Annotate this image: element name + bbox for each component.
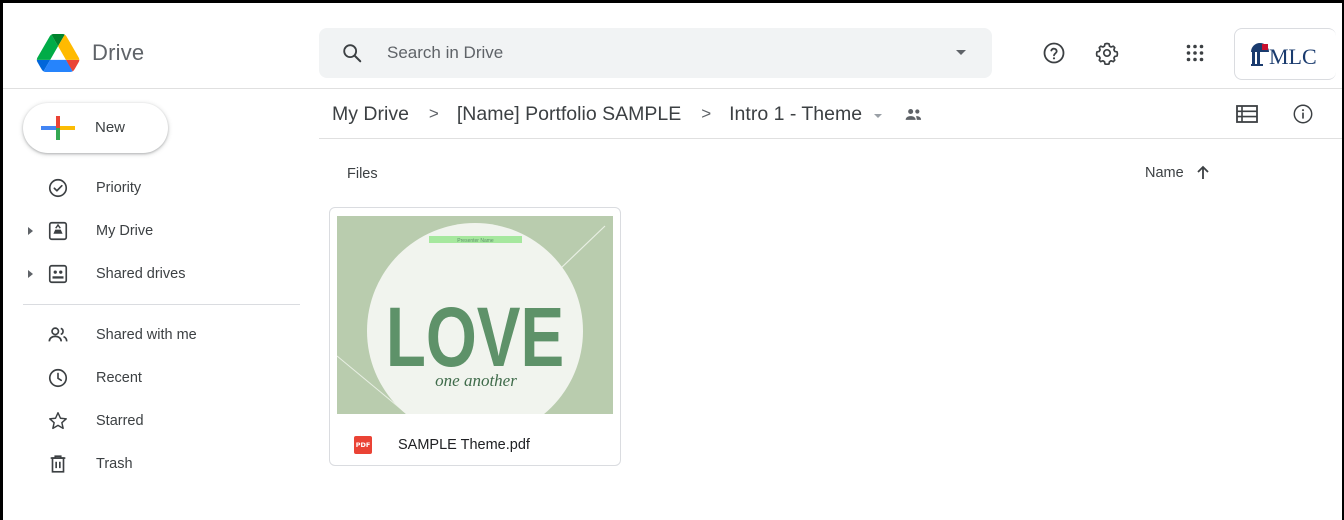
thumbnail-banner-text: Presenter Name <box>457 238 494 244</box>
sidebar-item-label: Priority <box>96 180 142 196</box>
shared-drives-icon <box>48 264 68 284</box>
toolbar-divider <box>319 138 1342 139</box>
file-card[interactable]: Presenter Name LOVE one another PDF SAMP… <box>329 207 621 466</box>
app-name: Drive <box>92 40 145 65</box>
sort-label: Name <box>1145 165 1184 181</box>
sidebar-item-label: Starred <box>96 413 144 429</box>
my-drive-icon <box>48 221 68 241</box>
folder-menu-caret-icon[interactable] <box>874 113 883 118</box>
sidebar-item-priority[interactable]: Priority <box>0 168 300 208</box>
breadcrumb-item-portfolio[interactable]: [Name] Portfolio SAMPLE <box>457 103 681 126</box>
star-icon <box>49 412 67 430</box>
help-icon <box>1043 42 1065 64</box>
sidebar-item-shared-drives[interactable]: Shared drives <box>0 254 300 294</box>
sidebar-divider <box>23 304 300 305</box>
sidebar-item-label: My Drive <box>96 223 154 239</box>
list-view-icon[interactable] <box>1236 105 1258 123</box>
plus-icon <box>41 116 75 140</box>
help-button[interactable] <box>1041 40 1067 66</box>
org-badge-text: MLC <box>1269 44 1317 69</box>
pdf-file-type-icon: PDF <box>354 436 372 454</box>
apps-button[interactable] <box>1182 40 1208 66</box>
sidebar-item-label: Recent <box>96 370 142 386</box>
new-button-label: New <box>95 119 126 136</box>
expand-arrow-icon[interactable] <box>28 270 33 278</box>
breadcrumb: My Drive > [Name] Portfolio SAMPLE > Int… <box>332 100 924 128</box>
sidebar-item-shared-with-me[interactable]: Shared with me <box>0 315 300 355</box>
info-icon[interactable] <box>1292 103 1314 125</box>
settings-button[interactable] <box>1094 40 1120 66</box>
clock-icon <box>48 368 68 388</box>
new-button[interactable]: New <box>23 103 168 153</box>
files-section-label: Files <box>347 166 378 182</box>
breadcrumb-item-my-drive[interactable]: My Drive <box>332 103 409 126</box>
breadcrumb-separator: > <box>701 104 712 123</box>
sort-ascending-arrow-icon <box>1197 165 1209 179</box>
sidebar-item-label: Shared with me <box>96 327 197 343</box>
search-input[interactable] <box>387 28 927 78</box>
sidebar-item-my-drive[interactable]: My Drive <box>0 211 300 251</box>
file-thumbnail: Presenter Name LOVE one another <box>337 216 613 414</box>
pdf-preview-image: Presenter Name LOVE one another <box>337 216 613 414</box>
header-divider <box>3 88 1342 89</box>
sidebar-item-trash[interactable]: Trash <box>0 444 300 484</box>
thumbnail-subtitle-text: one another <box>435 371 517 390</box>
shared-folder-icon[interactable] <box>904 106 924 122</box>
search-icon[interactable] <box>341 42 363 64</box>
priority-check-icon <box>48 178 68 198</box>
search-options-icon[interactable] <box>956 50 966 55</box>
thumbnail-title-text: LOVE <box>386 290 564 384</box>
search-bar[interactable] <box>319 28 992 78</box>
drive-logo[interactable]: Drive <box>36 34 144 72</box>
sort-by-name-button[interactable]: Name <box>1145 165 1210 181</box>
drive-logo-icon <box>36 34 80 72</box>
sidebar-item-recent[interactable]: Recent <box>0 358 300 398</box>
trash-icon <box>50 455 66 473</box>
breadcrumb-item-current-folder[interactable]: Intro 1 - Theme <box>729 103 862 126</box>
settings-icon <box>1095 42 1119 65</box>
expand-arrow-icon[interactable] <box>28 227 33 235</box>
apps-icon <box>1186 44 1204 62</box>
file-card-footer: PDF SAMPLE Theme.pdf <box>330 414 620 465</box>
people-icon <box>48 327 68 342</box>
sidebar-item-label: Shared drives <box>96 266 186 282</box>
breadcrumb-separator: > <box>428 104 439 123</box>
sidebar-item-label: Trash <box>96 456 133 472</box>
file-name: SAMPLE Theme.pdf <box>398 437 530 453</box>
account-button[interactable]: MLC <box>1234 28 1336 80</box>
sidebar-item-starred[interactable]: Starred <box>0 401 300 441</box>
